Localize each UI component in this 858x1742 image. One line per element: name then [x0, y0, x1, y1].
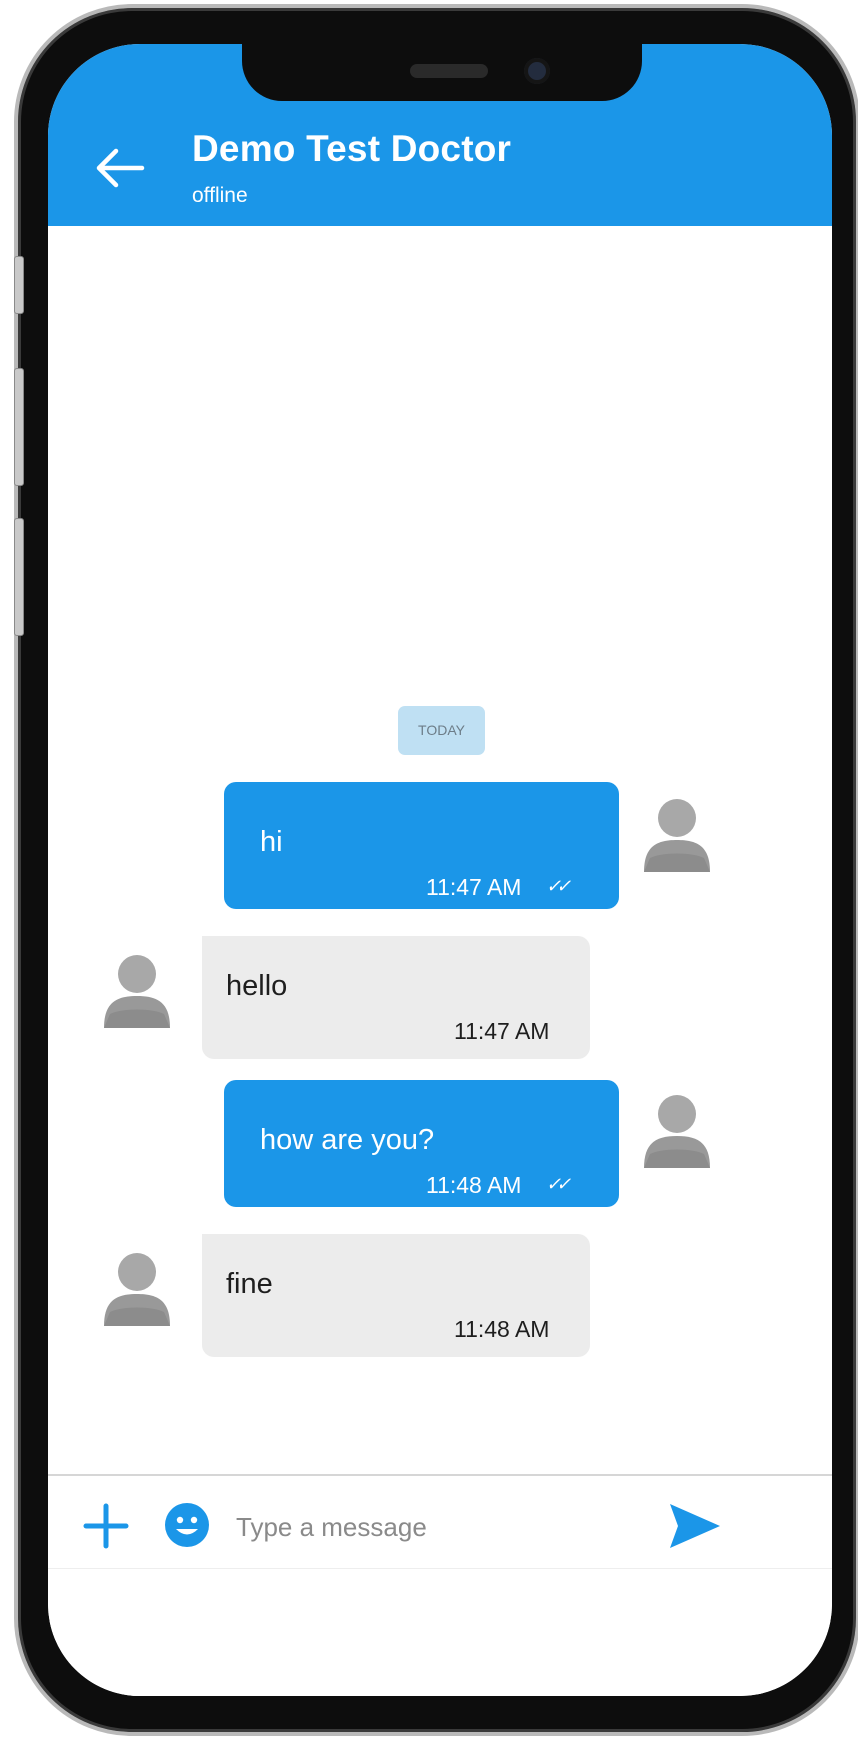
message-bubble-outgoing[interactable]: how are you? 11:48 AM ✓✓	[224, 1080, 619, 1207]
message-bubble-outgoing[interactable]: hi 11:47 AM ✓✓	[224, 782, 619, 909]
contact-avatar-icon	[104, 1253, 170, 1326]
contact-name[interactable]: Demo Test Doctor	[192, 128, 511, 170]
double-check-icon: ✓✓	[546, 876, 571, 896]
date-separator: TODAY	[398, 706, 485, 755]
contact-status: offline	[192, 184, 248, 207]
message-time: 11:48 AM	[454, 1316, 550, 1342]
contact-avatar-icon	[104, 955, 170, 1028]
message-text: fine	[226, 1268, 273, 1300]
back-arrow-icon[interactable]	[90, 138, 150, 198]
double-check-icon: ✓✓	[546, 1174, 571, 1194]
chat-screen: Demo Test Doctor offline TODAY hi 11:47 …	[48, 44, 832, 1696]
message-time: 11:47 AM	[426, 874, 522, 900]
message-composer	[48, 1476, 832, 1696]
front-camera	[524, 58, 550, 84]
plus-icon[interactable]	[82, 1502, 130, 1550]
message-time: 11:48 AM	[426, 1172, 522, 1198]
message-bubble-incoming[interactable]: fine 11:48 AM	[202, 1234, 590, 1357]
home-indicator-area	[48, 1568, 832, 1569]
volume-down-button	[14, 518, 24, 636]
silent-switch	[14, 256, 24, 314]
message-text: hello	[226, 970, 288, 1002]
speaker-grille	[410, 64, 488, 78]
send-icon[interactable]	[668, 1502, 722, 1550]
device-notch	[242, 44, 642, 101]
message-time: 11:47 AM	[454, 1018, 550, 1044]
message-text: how are you?	[260, 1124, 435, 1156]
bubble-tail	[608, 782, 626, 804]
user-avatar-icon	[644, 1095, 710, 1168]
message-input[interactable]	[234, 1498, 658, 1556]
emoji-icon[interactable]	[164, 1502, 210, 1548]
user-avatar-icon	[644, 799, 710, 872]
volume-up-button	[14, 368, 24, 486]
message-text: hi	[260, 826, 283, 858]
message-bubble-incoming[interactable]: hello 11:47 AM	[202, 936, 590, 1059]
